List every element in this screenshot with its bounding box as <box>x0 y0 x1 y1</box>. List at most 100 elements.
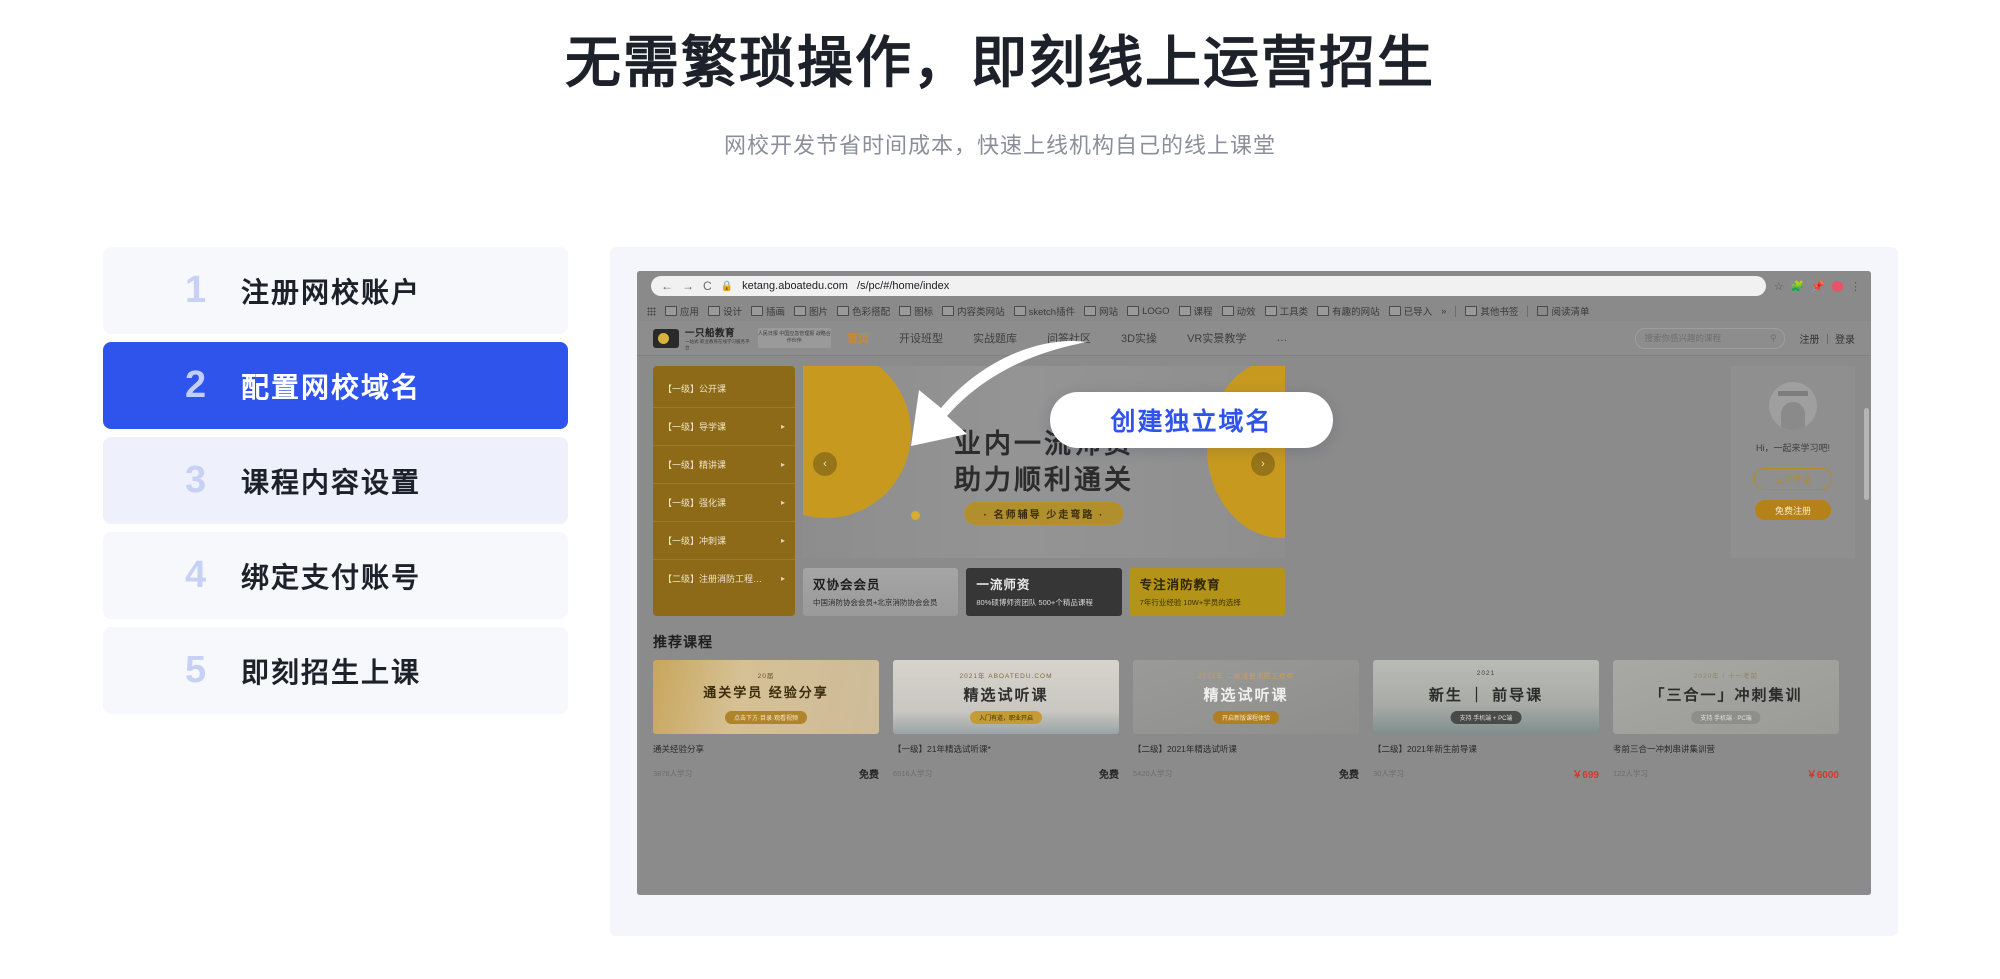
logo-icon <box>653 328 679 348</box>
bookmark-label: 图标 <box>914 307 934 318</box>
feature-title: 一流师资 <box>976 578 1031 592</box>
site-logo[interactable]: 一只船教育 一站式·职业教育在线学习服务平台 人民日报 中国应急管理报 战略合作… <box>653 325 831 351</box>
bookmark-item[interactable]: 网站 <box>1084 304 1118 318</box>
bookmark-item[interactable]: 已导入 <box>1388 304 1432 318</box>
address-bar[interactable]: ← → C 🔒 ketang.aboatedu.com /s/pc/#/home… <box>651 276 1766 296</box>
partner-badge: 人民日报 中国应急管理报 战略合作伙伴 <box>757 328 831 348</box>
course-card[interactable]: 20届 通关学员 经验分享 点击下方·目录·观看视频 通关经验分享 3878人学… <box>653 660 879 781</box>
bookmark-label: 图片 <box>809 307 829 318</box>
course-price: ￥699 <box>1572 770 1599 781</box>
page-scrollbar[interactable] <box>1864 408 1869 500</box>
thumb-top-text: 2021 <box>1476 670 1496 677</box>
reading-list-item[interactable]: 阅读清单 <box>1537 304 1589 318</box>
recommended-courses-title: 推荐课程 <box>653 634 713 650</box>
browser-mockup-frame: ← → C 🔒 ketang.aboatedu.com /s/pc/#/home… <box>610 247 1898 936</box>
chevron-right-icon: ▸ <box>780 574 785 583</box>
category-label: 【一级】强化课 <box>663 498 727 508</box>
category-label: 【一级】冲刺课 <box>663 536 727 546</box>
site-menu-item-3d[interactable]: 3D实操 <box>1121 330 1157 346</box>
course-card[interactable]: 2021年 二级注册消防工程师 精选试听课 开启新版课程体验 【二级】2021年… <box>1133 660 1359 781</box>
bookmark-item[interactable]: 工具类 <box>1264 304 1308 318</box>
pin-icon[interactable]: 📌 <box>1811 280 1825 293</box>
register-button[interactable]: 免费注册 <box>1755 500 1831 520</box>
bookmark-item[interactable]: 课程 <box>1178 304 1213 318</box>
bookmark-item[interactable]: 图片 <box>794 304 828 318</box>
bookmark-item[interactable]: LOGO <box>1127 306 1170 317</box>
course-meta: 30人学习 ￥699 <box>1373 766 1599 781</box>
callout-create-domain[interactable]: 创建独立域名 <box>1050 392 1333 448</box>
category-item[interactable]: 【一级】冲刺课 ▸ <box>653 522 795 560</box>
course-price: ￥6000 <box>1806 770 1839 781</box>
bookmark-star-icon[interactable]: ☆ <box>1774 280 1784 293</box>
bookmark-item[interactable]: 设计 <box>708 304 742 318</box>
chevron-right-icon: ▸ <box>780 536 785 545</box>
step-item-4[interactable]: 4 绑定支付账号 <box>103 532 568 619</box>
thumb-top-text: 20届 <box>757 673 775 680</box>
bookmark-item[interactable]: 有趣的网站 <box>1317 304 1380 318</box>
bookmark-item[interactable]: 色彩搭配 <box>837 304 890 318</box>
category-item[interactable]: 【一级】强化课 ▸ <box>653 484 795 522</box>
course-card[interactable]: 2021 新生 ｜ 前导课 支持 手机端 + PC端 【二级】2021年新生前导… <box>1373 660 1599 781</box>
bookmark-item[interactable]: sketch插件 <box>1013 304 1075 318</box>
auth-links[interactable]: 注册 ｜ 登录 <box>1799 331 1855 346</box>
forward-icon[interactable]: → <box>682 280 694 292</box>
search-icon[interactable]: ⚲ <box>1770 333 1777 344</box>
category-item[interactable]: 【一级】公开课 <box>653 370 795 408</box>
course-card[interactable]: 2021年 ABOATEDU.COM 精选试听课 入门有道，职业开启 【一级】2… <box>893 660 1119 781</box>
other-bookmarks-item[interactable]: 其他书签 <box>1465 304 1518 318</box>
feature-cards: 双协会会员 中国消防协会会员+北京消防协会会员 一流师资 80%硕博师资团队 5… <box>803 568 1285 616</box>
bookmark-item[interactable]: 插画 <box>751 304 785 318</box>
step-item-1[interactable]: 1 注册网校账户 <box>103 247 568 334</box>
profile-avatar-icon[interactable] <box>1832 280 1843 292</box>
site-menu-more-icon[interactable]: … <box>1276 332 1289 344</box>
feature-desc: 7年行业经验 10W+学员的选择 <box>1139 598 1241 607</box>
course-meta: 3878人学习 免费 <box>653 766 879 781</box>
login-button[interactable]: 立即登录 <box>1754 468 1832 490</box>
thumb-main-text: 精选试听课 <box>963 687 1049 704</box>
url-path: /s/pc/#/home/index <box>856 280 950 292</box>
browser-window: ← → C 🔒 ketang.aboatedu.com /s/pc/#/home… <box>637 271 1871 895</box>
bookmark-label: 有趣的网站 <box>1332 307 1380 318</box>
extensions-icon[interactable]: 🧩 <box>1791 280 1805 293</box>
bookmark-item[interactable]: 应用 <box>665 304 699 318</box>
feature-card[interactable]: 专注消防教育 7年行业经验 10W+学员的选择 <box>1129 568 1285 616</box>
site-menu-item-vr[interactable]: VR实景教学 <box>1187 330 1246 346</box>
step-item-2[interactable]: 2 配置网校域名 <box>103 342 568 429</box>
feature-card[interactable]: 双协会会员 中国消防协会会员+北京消防协会会员 <box>803 568 959 616</box>
course-card[interactable]: 2020年 / 十一考前 「三合一」冲刺集训 支持 手机端 · PC端 考前三合… <box>1613 660 1839 781</box>
bookmark-item[interactable]: 内容类网站 <box>942 304 1005 318</box>
folder-icon <box>708 306 721 316</box>
course-meta: 6516人学习 免费 <box>893 766 1119 781</box>
reload-icon[interactable]: C <box>703 280 712 292</box>
course-meta: 5420人学习 免费 <box>1133 766 1359 781</box>
bookmark-label: 应用 <box>680 307 700 318</box>
folder-icon <box>1084 306 1097 316</box>
site-search-placeholder: 搜索你感兴趣的课程 <box>1644 333 1721 343</box>
step-number: 4 <box>185 554 207 596</box>
course-name: 【一级】21年精选试听课* <box>893 744 991 754</box>
category-item[interactable]: 【二级】注册消防工程… ▸ <box>653 560 795 597</box>
step-number: 5 <box>185 649 207 691</box>
back-icon[interactable]: ← <box>661 280 673 292</box>
feature-title: 双协会会员 <box>813 578 881 592</box>
chrome-menu-icon[interactable]: ⋮ <box>1850 280 1861 293</box>
step-item-3[interactable]: 3 课程内容设置 <box>103 437 568 524</box>
folder-icon <box>1221 306 1234 316</box>
bookmark-item[interactable]: 图标 <box>899 304 933 318</box>
bookmarks-overflow-icon[interactable]: » <box>1441 306 1446 317</box>
feature-card[interactable]: 一流师资 80%硕博师资团队 500+个精品课程 <box>966 568 1122 616</box>
thumb-sub-text: 支持 手机端 + PC端 <box>1450 711 1522 724</box>
course-meta: 122人学习 ￥6000 <box>1613 766 1839 781</box>
site-menu-item-home[interactable]: 首页 <box>847 330 869 346</box>
bookmark-item[interactable]: 动效 <box>1221 304 1256 318</box>
feature-desc: 80%硕博师资团队 500+个精品课程 <box>976 598 1093 607</box>
course-name: 【二级】2021年精选试听课 <box>1133 744 1237 754</box>
thumb-sub-text: 开启新版课程体验 <box>1212 711 1280 724</box>
site-navbar-right: 搜索你感兴趣的课程 ⚲ 注册 ｜ 登录 <box>1635 327 1855 349</box>
category-item[interactable]: 【一级】精讲课 ▸ <box>653 446 795 484</box>
apps-grid-icon[interactable] <box>647 306 656 316</box>
step-item-5[interactable]: 5 即刻招生上课 <box>103 627 568 714</box>
course-thumbnail: 2020年 / 十一考前 「三合一」冲刺集训 支持 手机端 · PC端 <box>1613 660 1839 734</box>
category-item[interactable]: 【一级】导学课 ▸ <box>653 408 795 446</box>
site-search-input[interactable]: 搜索你感兴趣的课程 ⚲ <box>1635 327 1786 349</box>
